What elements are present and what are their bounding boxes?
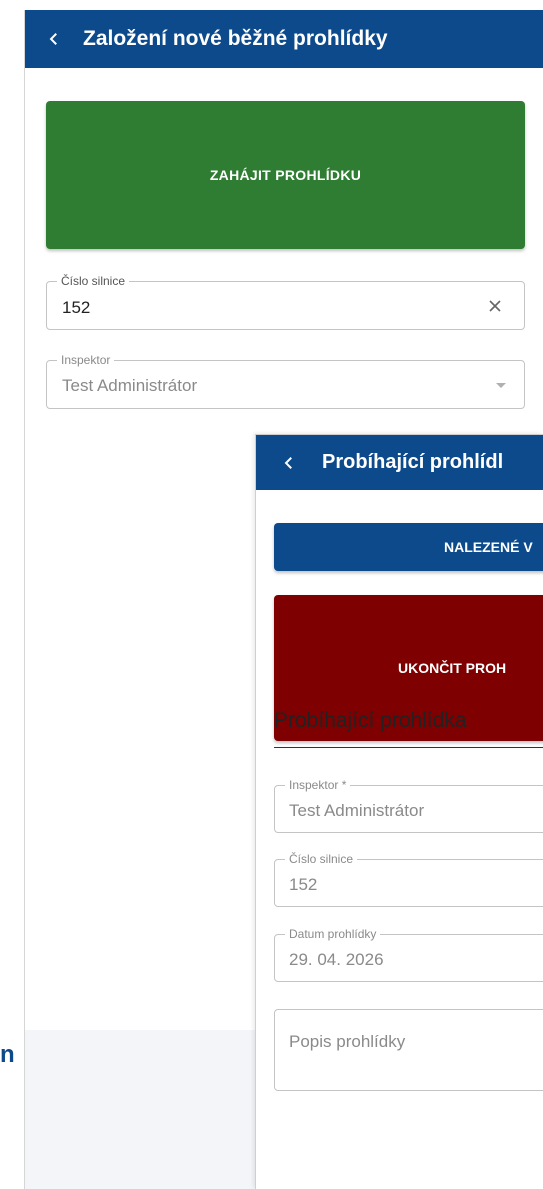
app-bar: Probíhající prohlídl: [256, 435, 543, 490]
back-button[interactable]: [256, 435, 322, 490]
road-number-label: Číslo silnice: [285, 852, 358, 866]
background-strip: [25, 1030, 255, 1189]
app-bar: Založení nové běžné prohlídky: [25, 10, 543, 68]
inspector-label: Inspektor *: [285, 778, 351, 792]
inspector-value: Test Administrátor: [289, 801, 425, 820]
road-number-field[interactable]: Číslo silnice 152: [46, 274, 525, 330]
back-button[interactable]: [25, 10, 83, 68]
road-number-label: Číslo silnice: [57, 274, 130, 288]
close-icon[interactable]: [486, 297, 504, 315]
page-title: Založení nové běžné prohlídky: [83, 27, 388, 50]
description-placeholder: Popis prohlídky: [289, 1032, 406, 1051]
road-number-value: 152: [289, 875, 318, 894]
start-inspection-button[interactable]: ZAHÁJIT PROHLÍDKU: [46, 101, 525, 249]
road-number-field: Číslo silnice 152: [274, 852, 543, 907]
section-title: Probíhající prohlídka: [274, 709, 467, 732]
road-number-value: 152: [62, 298, 91, 317]
found-defects-button[interactable]: NALEZENÉ V: [274, 523, 543, 571]
brand-fragment: n: [0, 1041, 15, 1068]
section-divider: [274, 747, 543, 748]
inspection-date-field: Datum prohlídky 29. 04. 2026: [274, 927, 543, 982]
inspector-label: Inspektor: [57, 353, 115, 367]
inspector-select[interactable]: Inspektor Test Administrátor: [46, 353, 525, 409]
inspection-date-label: Datum prohlídky: [285, 927, 381, 941]
chevron-left-icon: [284, 456, 292, 469]
inspector-field: Inspektor * Test Administrátor: [274, 778, 543, 833]
caret-down-icon: [496, 383, 506, 388]
inspector-value: Test Administrátor: [62, 376, 198, 395]
chevron-left-icon: [49, 33, 57, 45]
inspection-date-value: 29. 04. 2026: [289, 950, 384, 969]
ongoing-inspection-screen: Probíhající prohlídl NALEZENÉ V UKONČIT …: [255, 434, 543, 1189]
page-title: Probíhající prohlídl: [322, 451, 504, 473]
description-field[interactable]: Popis prohlídky: [274, 1009, 543, 1091]
